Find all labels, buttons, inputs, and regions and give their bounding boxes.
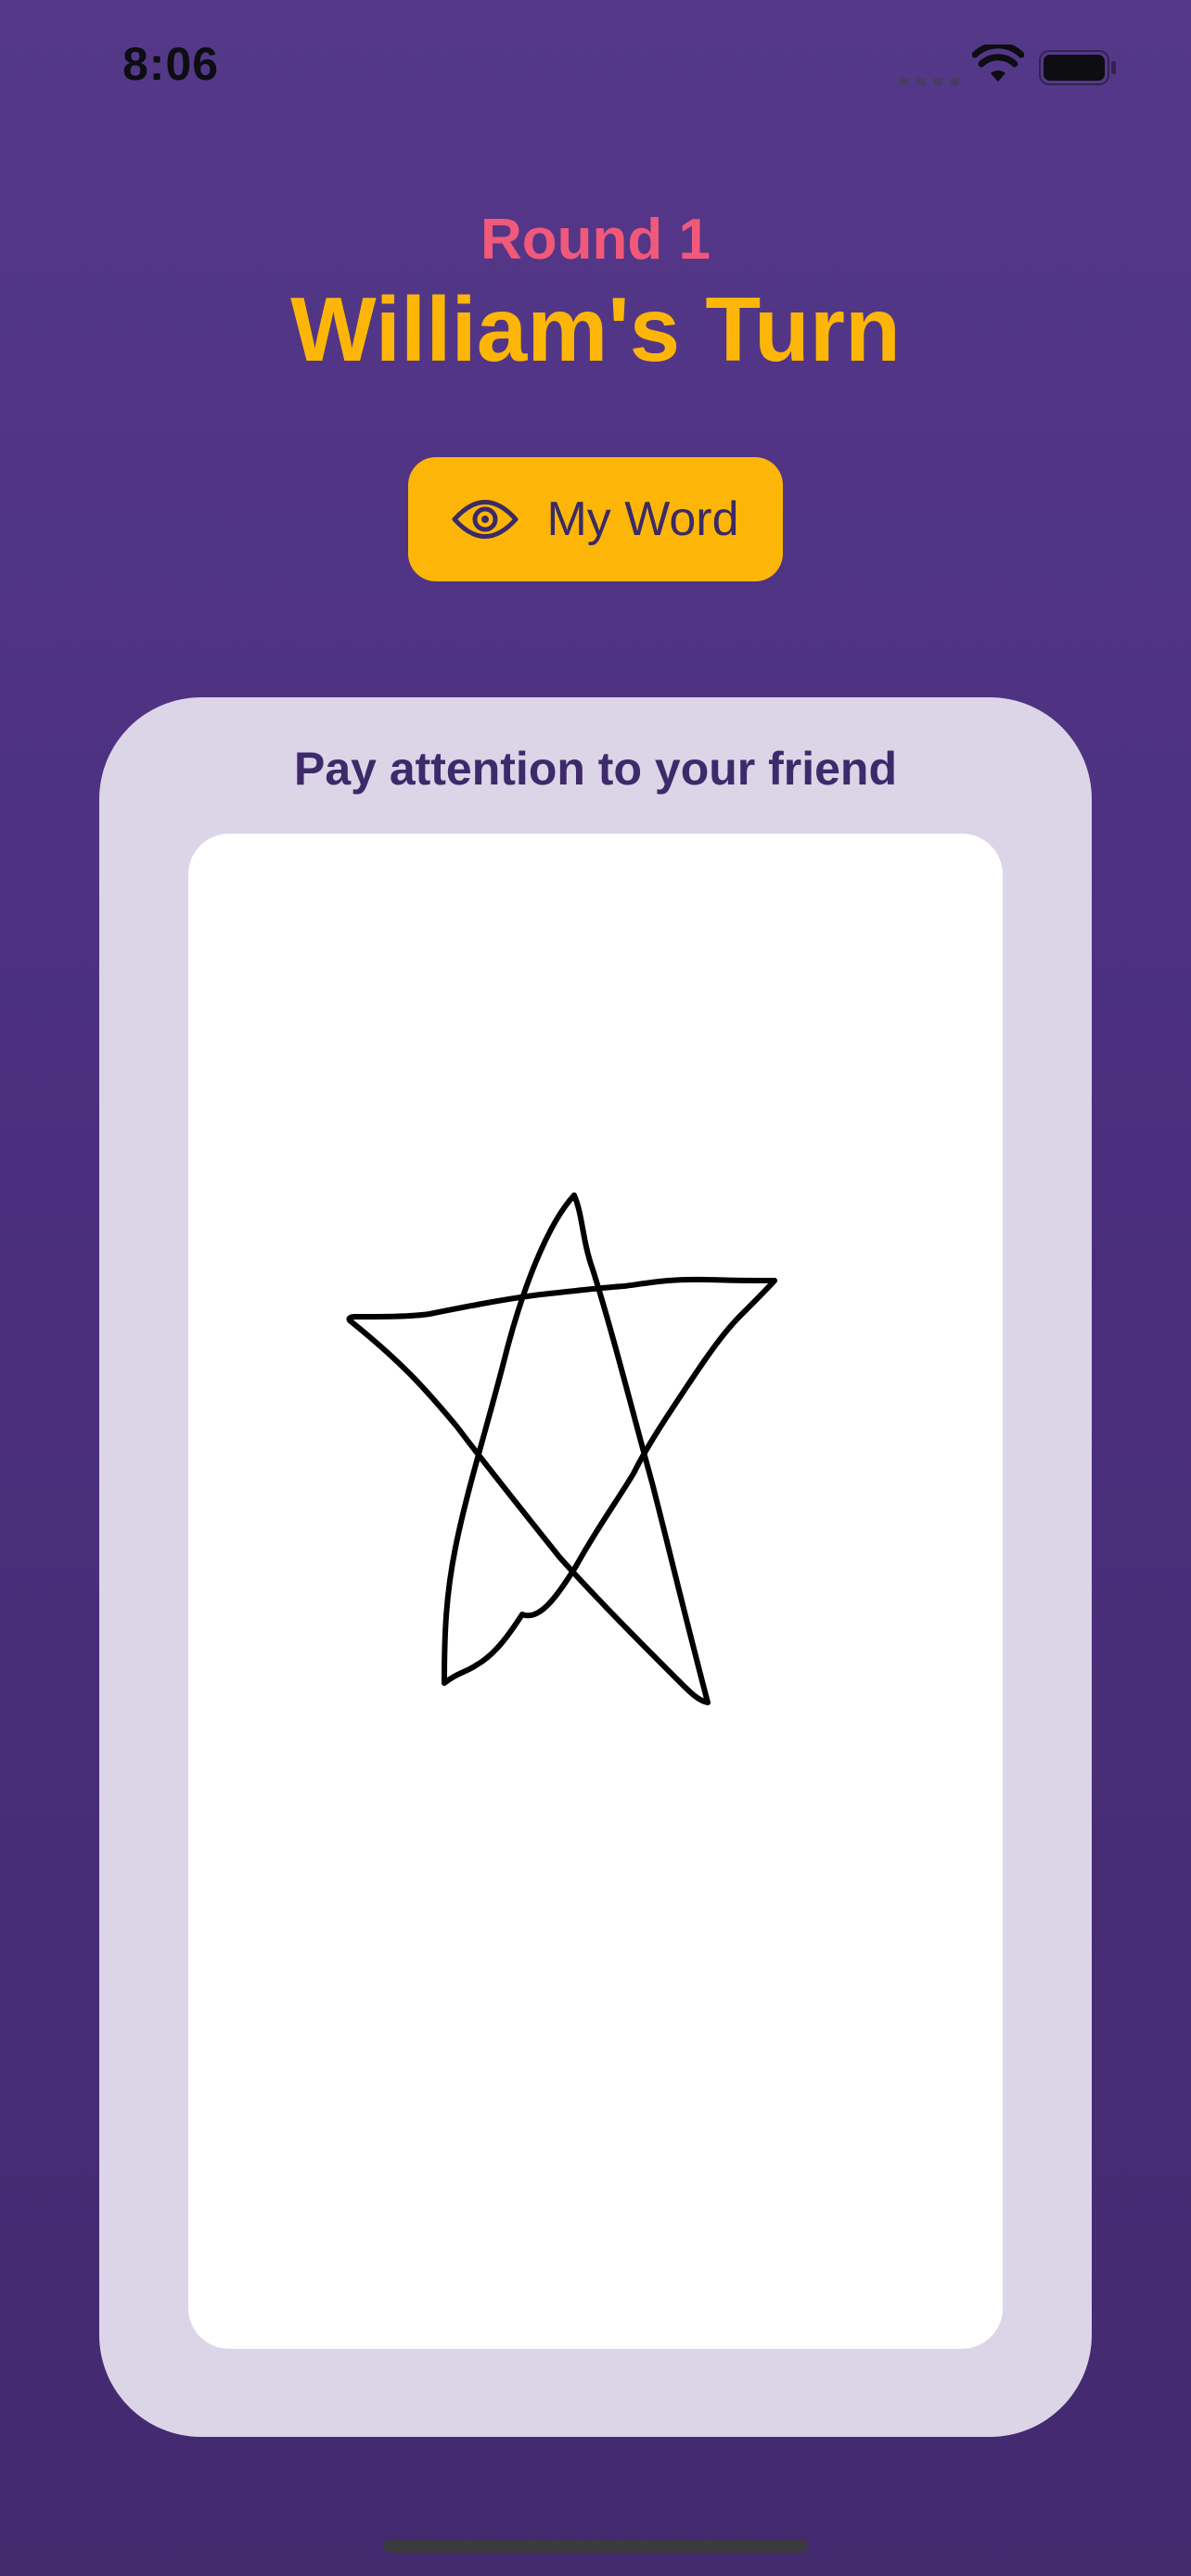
wifi-icon (972, 45, 1024, 82)
round-label: Round 1 (480, 208, 711, 272)
status-bar: 8:06 (0, 0, 1191, 130)
turn-header: Round 1 William's Turn (0, 206, 1191, 384)
eye-icon (452, 500, 519, 539)
turn-title: William's Turn (290, 278, 901, 380)
my-word-label: My Word (546, 492, 739, 546)
battery-icon (1039, 50, 1116, 85)
status-time: 8:06 (122, 38, 220, 90)
my-word-button[interactable]: My Word (408, 457, 783, 581)
star-sketch (346, 1192, 777, 1705)
drawing-canvas[interactable] (188, 834, 1003, 2349)
card-title: Pay attention to your friend (293, 743, 898, 795)
cellular-signal-icon (900, 72, 959, 85)
drawing-card: Pay attention to your friend (99, 697, 1092, 2437)
home-indicator[interactable] (383, 2540, 808, 2553)
